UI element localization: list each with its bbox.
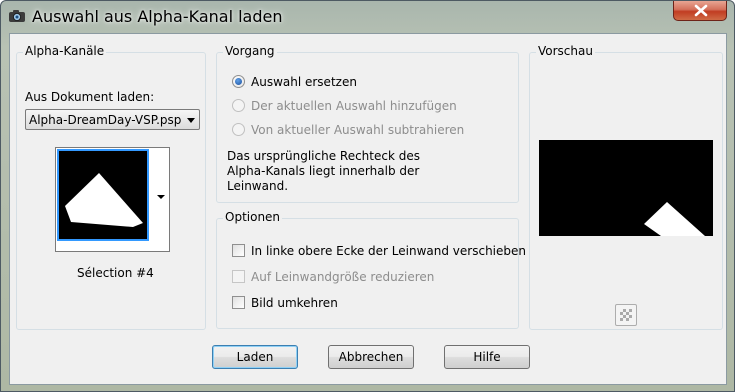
checkbox-invert-image[interactable] — [232, 296, 245, 309]
channel-thumbnail — [57, 149, 149, 241]
preview-image — [539, 140, 713, 236]
radio-add-selection-label[interactable]: Der aktuellen Auswahl hinzufügen — [251, 99, 457, 113]
options-group: Optionen In linke obere Ecke der Leinwan… — [216, 210, 526, 329]
info-text-line-3: Leinwand. — [227, 179, 289, 193]
selection-name: Sélection #4 — [77, 266, 154, 280]
checkbox-crop-to-canvas[interactable] — [232, 270, 245, 283]
alpha-channels-group: Alpha-Kanäle Aus Dokument laden: Alpha-D… — [16, 44, 206, 330]
load-button[interactable]: Laden — [212, 345, 298, 369]
info-text-line-1: Das ursprüngliche Rechteck des — [227, 149, 420, 163]
info-text-line-2: Alpha-Kanals liegt innerhalb der — [227, 164, 420, 178]
checkbox-move-to-corner[interactable] — [232, 244, 245, 257]
radio-add-selection[interactable] — [232, 99, 245, 112]
alpha-channels-legend: Alpha-Kanäle — [23, 44, 107, 58]
title-bar[interactable]: Auswahl aus Alpha-Kanal laden — [1, 1, 734, 33]
checkerboard-pattern — [620, 309, 632, 321]
document-select-value: Alpha-DreamDay-VSP.psp — [29, 113, 182, 127]
preview-legend: Vorschau — [536, 44, 595, 58]
radio-replace-selection-label[interactable]: Auswahl ersetzen — [251, 75, 357, 89]
cancel-button[interactable]: Abbrechen — [328, 345, 414, 369]
camera-icon[interactable] — [8, 8, 26, 24]
checkerboard-icon[interactable] — [615, 304, 637, 326]
chevron-down-icon — [187, 118, 195, 123]
document-label: Aus Dokument laden: — [25, 90, 155, 104]
window-title: Auswahl aus Alpha-Kanal laden — [32, 7, 283, 26]
operation-legend: Vorgang — [223, 44, 277, 58]
operation-group: Vorgang Auswahl ersetzen Der aktuellen A… — [216, 44, 519, 203]
channel-picker[interactable] — [55, 147, 170, 252]
document-select[interactable]: Alpha-DreamDay-VSP.psp — [25, 109, 200, 130]
close-icon — [694, 4, 708, 17]
preview-group: Vorschau — [529, 44, 723, 330]
dialog-window: Auswahl aus Alpha-Kanal laden Alpha-Kanä… — [0, 0, 735, 392]
checkbox-crop-to-canvas-label[interactable]: Auf Leinwandgröße reduzieren — [251, 270, 434, 284]
dialog-content: Alpha-Kanäle Aus Dokument laden: Alpha-D… — [9, 33, 727, 385]
close-button[interactable] — [673, 1, 727, 21]
radio-replace-selection[interactable] — [232, 75, 245, 88]
radio-subtract-selection-label[interactable]: Von aktueller Auswahl subtrahieren — [251, 123, 464, 137]
checkbox-move-to-corner-label[interactable]: In linke obere Ecke der Leinwand verschi… — [251, 244, 526, 258]
channel-picker-dropdown[interactable] — [153, 148, 169, 251]
help-button[interactable]: Hilfe — [444, 345, 530, 369]
options-legend: Optionen — [223, 210, 283, 224]
chevron-down-icon — [157, 195, 165, 199]
checkbox-invert-image-label[interactable]: Bild umkehren — [251, 296, 338, 310]
radio-subtract-selection[interactable] — [232, 123, 245, 136]
